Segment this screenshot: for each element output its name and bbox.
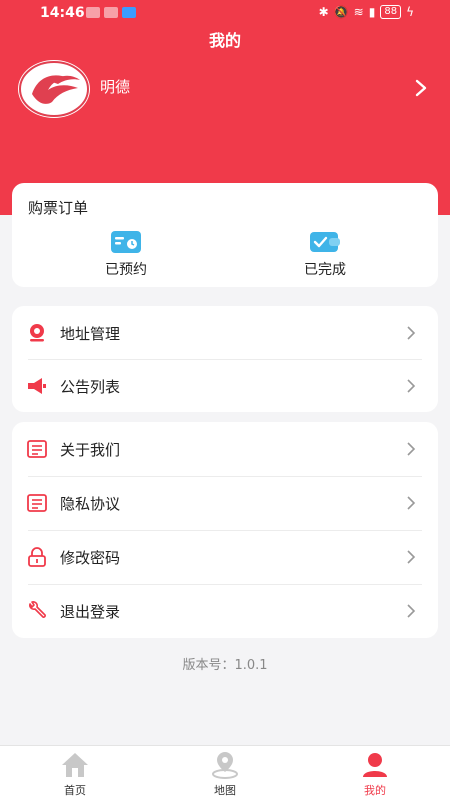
status-time: 14:46 bbox=[40, 5, 85, 21]
logo-bird-icon bbox=[19, 61, 89, 117]
user-icon bbox=[363, 753, 387, 777]
tab-home[interactable]: 首页 bbox=[30, 750, 120, 798]
chevron-right-icon bbox=[407, 442, 416, 456]
privacy-doc-icon bbox=[27, 494, 47, 512]
chevron-right-icon bbox=[407, 496, 416, 510]
app-notification-icon bbox=[104, 7, 118, 18]
megaphone-icon bbox=[28, 378, 46, 394]
menu-item-label: 公告列表 bbox=[60, 378, 121, 396]
lock-icon bbox=[28, 547, 46, 567]
order-completed-label: 已完成 bbox=[304, 262, 346, 278]
menu-item-label: 退出登录 bbox=[60, 603, 121, 621]
page-title: 我的 bbox=[208, 31, 241, 50]
completed-wallet-icon bbox=[310, 232, 340, 252]
chevron-right-icon bbox=[407, 379, 416, 393]
status-system-icons: ✱ 🔕 ≋ ▮ 88 ϟ bbox=[319, 5, 414, 19]
info-doc-icon bbox=[27, 440, 47, 458]
status-notification-icons bbox=[86, 7, 136, 18]
order-reserved-label: 已预约 bbox=[105, 262, 147, 278]
version-label: 版本号：1.0.1 bbox=[182, 658, 268, 673]
reserved-ticket-icon bbox=[111, 231, 141, 253]
chevron-right-icon bbox=[407, 604, 416, 618]
chevron-right-icon bbox=[407, 550, 416, 564]
tab-mine[interactable]: 我的 bbox=[330, 750, 420, 798]
tab-map[interactable]: 地图 bbox=[180, 750, 270, 798]
menu-group-address: 地址管理 公告列表 bbox=[12, 306, 438, 412]
bottom-tab-bar: 首页 地图 我的 bbox=[0, 745, 450, 800]
menu-item-change-password[interactable]: 修改密码 bbox=[12, 530, 438, 584]
menu-item-announcements[interactable]: 公告列表 bbox=[12, 359, 438, 413]
mute-icon: 🔕 bbox=[333, 5, 349, 19]
status-bar: 14:46 ✱ 🔕 ≋ ▮ 88 ϟ bbox=[0, 0, 450, 26]
app-notification-icon bbox=[86, 7, 100, 18]
menu-item-label: 修改密码 bbox=[60, 549, 121, 567]
home-icon bbox=[62, 753, 88, 777]
tab-label: 首页 bbox=[64, 784, 86, 797]
order-reserved-button[interactable]: 已预约 bbox=[66, 229, 186, 279]
tab-label: 地图 bbox=[214, 784, 236, 797]
chevron-right-icon bbox=[407, 326, 416, 340]
menu-item-address[interactable]: 地址管理 bbox=[12, 306, 438, 360]
charging-icon: ϟ bbox=[406, 5, 414, 19]
orders-title: 购票订单 bbox=[28, 199, 89, 217]
orders-card: 购票订单 已预约 已完成 bbox=[12, 183, 438, 287]
tab-label: 我的 bbox=[364, 784, 386, 797]
menu-item-about[interactable]: 关于我们 bbox=[12, 422, 438, 476]
wifi-icon: ≋ bbox=[353, 5, 364, 19]
bluetooth-icon: ✱ bbox=[318, 5, 329, 19]
menu-item-privacy[interactable]: 隐私协议 bbox=[12, 476, 438, 530]
menu-item-label: 关于我们 bbox=[60, 441, 121, 459]
signal-icon: ▮ bbox=[368, 5, 376, 19]
location-icon bbox=[30, 324, 44, 342]
username[interactable]: 明德 bbox=[100, 76, 130, 97]
avatar[interactable] bbox=[18, 60, 90, 118]
menu-item-label: 隐私协议 bbox=[60, 495, 121, 513]
menu-item-label: 地址管理 bbox=[60, 325, 121, 343]
battery-icon: 88 bbox=[380, 5, 402, 19]
order-completed-button[interactable]: 已完成 bbox=[265, 229, 385, 279]
search-app-notification-icon bbox=[122, 7, 136, 18]
wrench-icon bbox=[29, 601, 46, 618]
menu-group-settings: 关于我们 隐私协议 修改密码 退出登录 bbox=[12, 422, 438, 638]
menu-item-logout[interactable]: 退出登录 bbox=[12, 584, 438, 638]
chevron-right-icon[interactable] bbox=[410, 76, 432, 100]
map-pin-icon bbox=[212, 752, 238, 779]
